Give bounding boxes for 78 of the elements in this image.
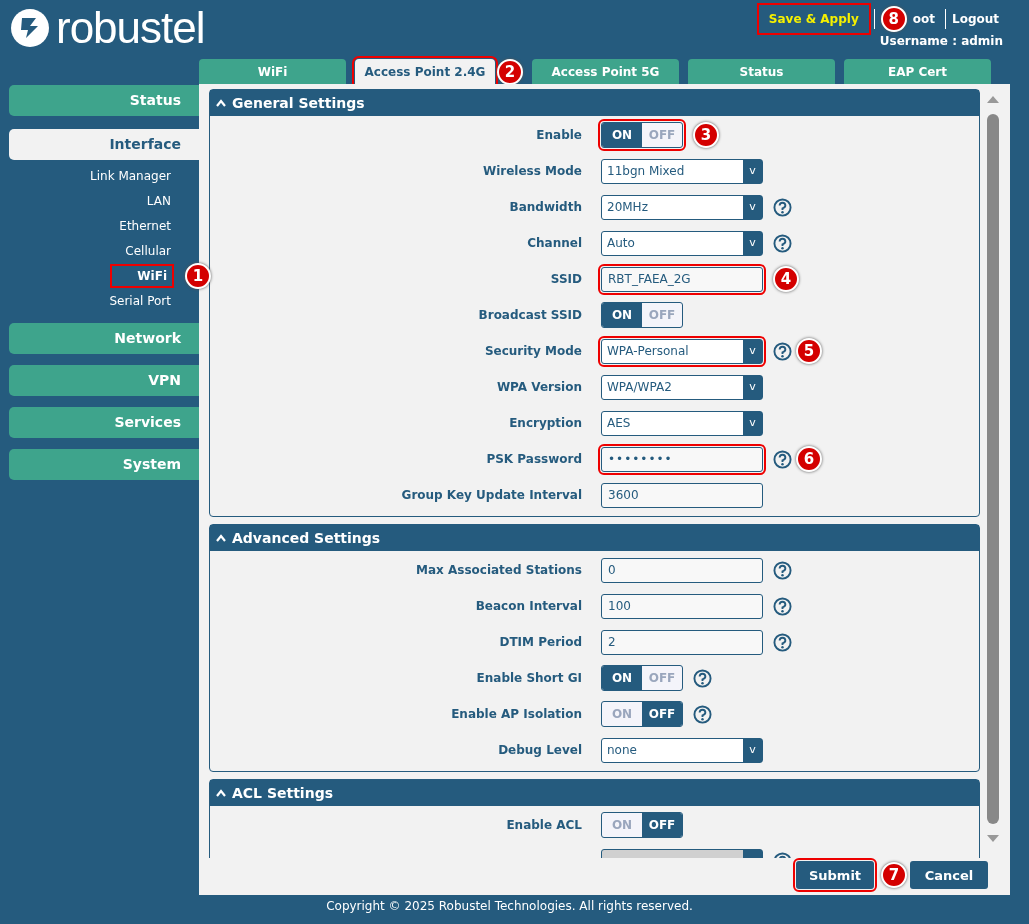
scroll-up-icon[interactable] <box>986 94 1000 104</box>
callout-badge: 8 <box>880 6 907 32</box>
dropdown[interactable]: none v <box>601 737 763 763</box>
field-label: PSK Password <box>486 452 582 466</box>
help-icon[interactable] <box>773 341 792 361</box>
toggle-switch[interactable]: ON OFF <box>601 812 683 838</box>
field-label: Enable Short GI <box>476 671 582 685</box>
field-label: Encryption <box>509 416 582 430</box>
callout-badge: 7 <box>881 862 907 888</box>
section-title: ACL Settings <box>232 785 333 801</box>
help-icon[interactable] <box>773 560 792 580</box>
copyright-text: Copyright © 2025 Robustel Technologies. All rights reserved. <box>326 899 693 913</box>
username-label: Username : admin <box>879 34 1003 48</box>
dropdown[interactable]: 11bgn Mixed v <box>601 158 763 184</box>
field-label: SSID <box>550 272 582 286</box>
field-label: Enable AP Isolation <box>451 707 582 721</box>
sidebar-subitem[interactable]: Serial Port <box>109 293 171 308</box>
input-field[interactable]: 2 <box>601 629 763 655</box>
help-icon[interactable] <box>773 449 792 469</box>
sidebar-item[interactable]: Interface <box>9 129 199 160</box>
field-label: Channel <box>527 236 582 250</box>
reboot-link[interactable]: oot <box>912 12 935 26</box>
section-header[interactable]: Advanced Settings <box>210 525 979 551</box>
logo-wordmark: robustel <box>56 6 205 50</box>
section-title: General Settings <box>232 95 365 111</box>
callout-badge: 1 <box>185 263 211 289</box>
sidebar-subitem[interactable]: Link Manager <box>90 168 171 183</box>
toggle-switch[interactable]: ON OFF <box>601 122 683 148</box>
help-icon[interactable] <box>693 668 712 688</box>
toggle-switch[interactable]: ON OFF <box>601 701 683 727</box>
input-field[interactable]: 3600 <box>601 482 763 508</box>
dropdown[interactable]: 20MHz v <box>601 194 763 220</box>
field-label: Enable <box>536 128 582 142</box>
callout-badge: 2 <box>497 59 523 85</box>
help-icon[interactable] <box>773 632 792 652</box>
input-field[interactable]: 0 <box>601 557 763 583</box>
callout-badge: 5 <box>796 338 822 364</box>
help-icon[interactable] <box>773 197 792 217</box>
section-header[interactable]: General Settings <box>210 90 979 116</box>
sidebar-subitem[interactable]: Cellular <box>125 243 171 258</box>
field-label: Broadcast SSID <box>478 308 582 322</box>
field-label: Security Mode <box>484 344 582 358</box>
dropdown[interactable]: WPA-Personal v <box>601 338 763 364</box>
help-icon[interactable] <box>773 596 792 616</box>
tab[interactable]: Access Point 2.4G <box>355 59 495 84</box>
field-label: Wireless Mode <box>482 164 582 178</box>
form-button[interactable]: Submit <box>796 861 874 889</box>
callout-badge: 3 <box>693 122 719 148</box>
field-label: Max Associated Stations <box>416 563 582 577</box>
dropdown[interactable]: AES v <box>601 410 763 436</box>
sidebar-subitem[interactable]: LAN <box>146 193 171 208</box>
field-label: Bandwidth <box>509 200 582 214</box>
callout-badge: 4 <box>773 266 799 292</box>
dropdown[interactable]: Auto v <box>601 230 763 256</box>
logo-icon <box>10 8 50 48</box>
sidebar-subitem[interactable]: WiFi <box>113 266 171 285</box>
toggle-switch[interactable]: ON OFF <box>601 665 683 691</box>
field-label: Enable ACL <box>506 818 582 832</box>
logout-link[interactable]: Logout <box>952 12 999 26</box>
help-icon[interactable] <box>693 704 712 724</box>
input-field[interactable]: •••••••• <box>601 446 763 472</box>
help-icon[interactable] <box>773 233 792 253</box>
toggle-switch[interactable]: ON OFF <box>601 302 683 328</box>
scroll-down-icon[interactable] <box>986 834 1000 844</box>
dropdown[interactable]: WPA/WPA2 v <box>601 374 763 400</box>
input-field[interactable]: 100 <box>601 593 763 619</box>
field-label: WPA Version <box>496 380 582 394</box>
save-apply-link[interactable]: Save & Apply <box>759 6 868 32</box>
field-label: Group Key Update Interval <box>401 488 582 502</box>
field-label: Beacon Interval <box>475 599 582 613</box>
field-label: DTIM Period <box>499 635 582 649</box>
field-label: Debug Level <box>498 743 582 757</box>
section-title: Advanced Settings <box>232 530 381 546</box>
form-button[interactable]: Cancel <box>910 861 988 889</box>
sidebar-subitem[interactable]: Ethernet <box>119 218 171 233</box>
section-header[interactable]: ACL Settings <box>210 780 979 806</box>
input-field[interactable]: RBT_FAEA_2G <box>601 266 763 292</box>
callout-badge: 6 <box>796 446 822 472</box>
